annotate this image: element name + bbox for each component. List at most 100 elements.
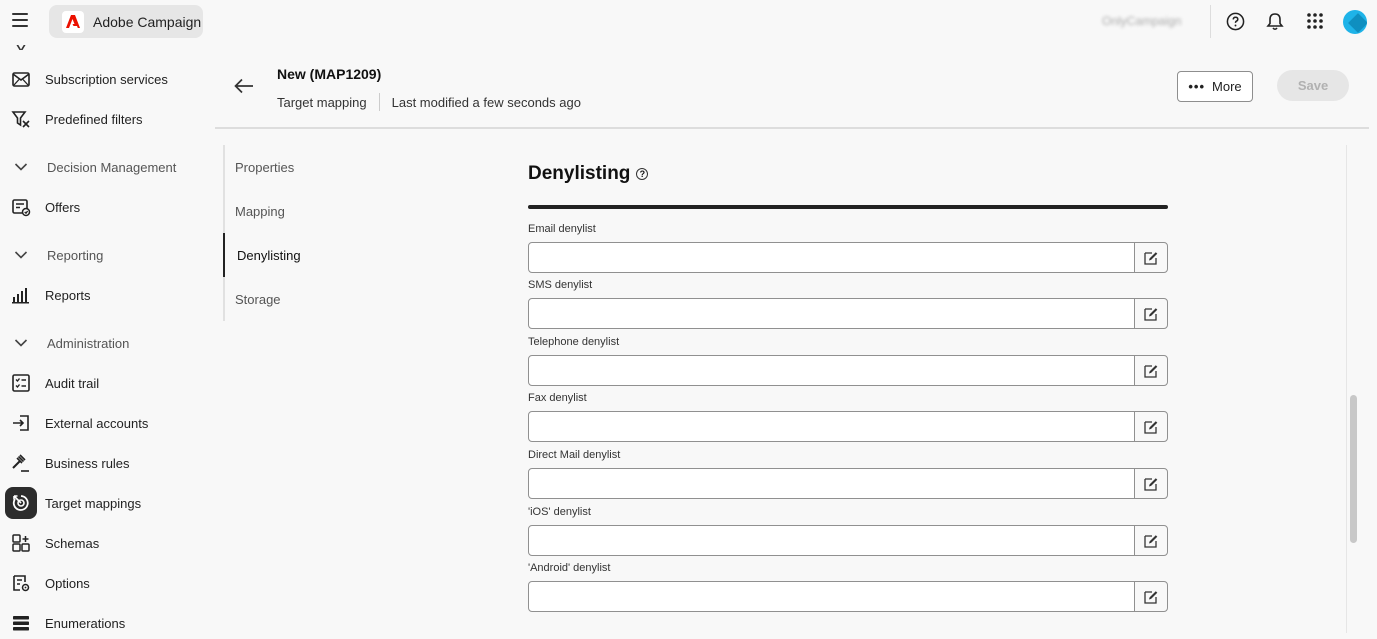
- direct-mail-denylist-label: Direct Mail denylist: [528, 449, 621, 461]
- edit-icon: [1144, 307, 1158, 321]
- sidebar-item-label: Reports: [45, 287, 91, 303]
- sidebar-section-label: Decision Management: [47, 159, 177, 175]
- sidebar-item-subscription-services[interactable]: Subscription services: [0, 63, 215, 95]
- scrollbar-track[interactable]: [1346, 145, 1360, 633]
- fax-denylist-label: Fax denylist: [528, 392, 587, 404]
- fax-denylist-edit-button[interactable]: [1134, 411, 1168, 442]
- section-nav-mapping[interactable]: Mapping: [223, 189, 373, 233]
- section-title: Denylisting ?: [528, 163, 649, 185]
- sidebar-item-offers[interactable]: Offers: [0, 191, 215, 223]
- fax-denylist-input[interactable]: [528, 411, 1135, 442]
- direct-mail-denylist-input[interactable]: [528, 468, 1135, 499]
- divider: [378, 93, 380, 111]
- offers-icon: [10, 196, 32, 218]
- section-nav: Properties Mapping Denylisting Storage: [223, 145, 373, 321]
- sms-denylist-input[interactable]: [528, 298, 1135, 329]
- sidebar-item-label: Offers: [45, 199, 81, 215]
- page-subtitle: Target mapping Last modified a few secon…: [277, 93, 581, 111]
- telephone-denylist-edit-button[interactable]: [1134, 355, 1168, 386]
- edit-icon: [1144, 364, 1158, 378]
- telephone-denylist-input[interactable]: [528, 355, 1135, 386]
- sidebar-item-label: Business rules: [45, 455, 130, 471]
- divider: [1210, 5, 1211, 38]
- partial-icon: [12, 44, 30, 50]
- email-denylist-label: Email denylist: [528, 223, 596, 235]
- more-icon: •••: [1188, 79, 1206, 94]
- sidebar-section-label: Administration: [47, 335, 130, 351]
- edit-icon: [1144, 420, 1158, 434]
- bar-chart-icon: [10, 284, 32, 306]
- apps-grid-icon[interactable]: [1305, 11, 1325, 31]
- sidebar-item-predefined-filters[interactable]: Predefined filters: [0, 103, 215, 135]
- avatar[interactable]: [1343, 10, 1367, 34]
- android-denylist-label: 'Android' denylist: [528, 562, 611, 574]
- target-icon: [5, 487, 37, 519]
- ios-denylist-label: 'iOS' denylist: [528, 506, 591, 518]
- section-divider: [528, 205, 1168, 209]
- chevron-down-icon: [10, 244, 32, 266]
- edit-icon: [1144, 477, 1158, 491]
- sidebar-section-reporting[interactable]: Reporting: [0, 239, 215, 271]
- filter-icon: [10, 108, 32, 130]
- section-nav-denylisting[interactable]: Denylisting: [223, 233, 373, 277]
- help-icon[interactable]: [1225, 11, 1245, 31]
- back-arrow-icon[interactable]: [233, 76, 255, 96]
- header-divider: [215, 127, 1369, 129]
- last-modified: Last modified a few seconds ago: [391, 94, 581, 110]
- adobe-logo-icon: [62, 10, 84, 33]
- top-bar: Adobe Campaign OnlyCampaign: [0, 0, 1377, 44]
- hamburger-menu-icon[interactable]: [12, 13, 28, 27]
- gavel-icon: [10, 452, 32, 474]
- more-label: More: [1212, 79, 1242, 94]
- sidebar-item-target-mappings[interactable]: Target mappings: [0, 487, 215, 519]
- sidebar-item-options[interactable]: Options: [0, 567, 215, 599]
- app-switcher[interactable]: Adobe Campaign: [49, 5, 203, 38]
- sms-denylist-edit-button[interactable]: [1134, 298, 1168, 329]
- app-name: Adobe Campaign: [93, 13, 202, 30]
- sidebar-item-audit-trail[interactable]: Audit trail: [0, 367, 215, 399]
- sidebar-item-business-rules[interactable]: Business rules: [0, 447, 215, 479]
- more-button[interactable]: ••• More: [1177, 71, 1253, 102]
- sidebar-item-label: Options: [45, 575, 90, 591]
- direct-mail-denylist-edit-button[interactable]: [1134, 468, 1168, 499]
- sidebar-item-reports[interactable]: Reports: [0, 279, 215, 311]
- edit-icon: [1144, 251, 1158, 265]
- bell-icon[interactable]: [1265, 11, 1285, 31]
- section-nav-storage[interactable]: Storage: [223, 277, 373, 321]
- help-icon[interactable]: ?: [636, 168, 649, 180]
- sidebar-item-label: Audit trail: [45, 375, 100, 391]
- android-denylist-input[interactable]: [528, 581, 1135, 612]
- sidebar: Subscription services Predefined filters…: [0, 44, 215, 633]
- chevron-down-icon: [10, 332, 32, 354]
- sidebar-item-label: Enumerations: [45, 615, 126, 631]
- android-denylist-edit-button[interactable]: [1134, 581, 1168, 612]
- ios-denylist-input[interactable]: [528, 525, 1135, 556]
- sidebar-item-external-accounts[interactable]: External accounts: [0, 407, 215, 439]
- sidebar-section-decision-management[interactable]: Decision Management: [0, 151, 215, 183]
- save-button[interactable]: Save: [1277, 70, 1349, 101]
- sidebar-item-label: External accounts: [45, 415, 149, 431]
- checklist-icon: [10, 372, 32, 394]
- section-nav-properties[interactable]: Properties: [223, 145, 373, 189]
- sidebar-item-label: Subscription services: [45, 71, 168, 87]
- sidebar-section-administration[interactable]: Administration: [0, 327, 215, 359]
- edit-icon: [1144, 534, 1158, 548]
- sidebar-item-label: Schemas: [45, 535, 100, 551]
- envelope-icon: [10, 68, 32, 90]
- section-title-text: Denylisting: [528, 163, 631, 184]
- scrollbar-thumb[interactable]: [1350, 395, 1357, 543]
- sidebar-item-schemas[interactable]: Schemas: [0, 527, 215, 559]
- sidebar-item-enumerations[interactable]: Enumerations: [0, 607, 215, 639]
- schema-icon: [10, 532, 32, 554]
- ios-denylist-edit-button[interactable]: [1134, 525, 1168, 556]
- page-title: New (MAP1209): [277, 66, 382, 82]
- org-name[interactable]: OnlyCampaign: [1102, 14, 1181, 28]
- chevron-down-icon: [10, 156, 32, 178]
- email-denylist-edit-button[interactable]: [1134, 242, 1168, 273]
- sidebar-item-label: Predefined filters: [45, 111, 143, 127]
- sidebar-section-label: Reporting: [47, 247, 104, 263]
- email-denylist-input[interactable]: [528, 242, 1135, 273]
- options-icon: [10, 572, 32, 594]
- sidebar-item-label: Target mappings: [45, 495, 142, 511]
- login-icon: [10, 412, 32, 434]
